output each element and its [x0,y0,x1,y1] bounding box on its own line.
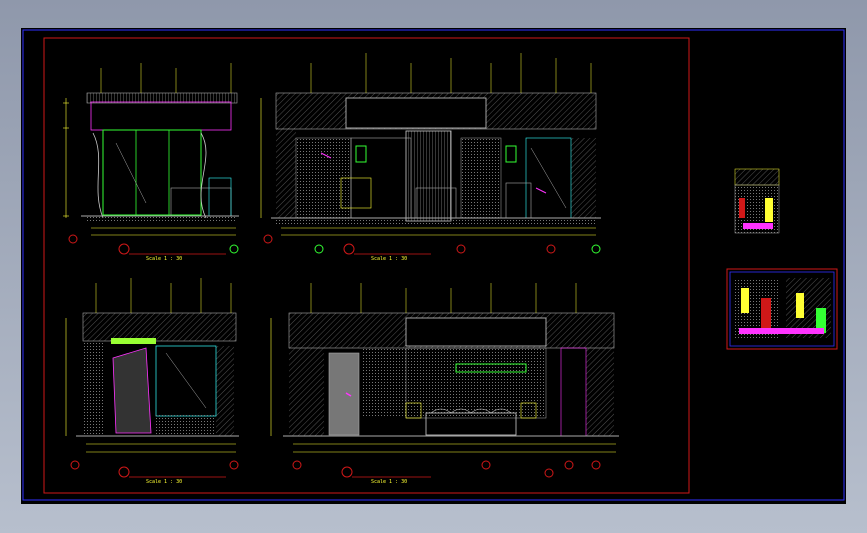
scale-label-bottom-right: Scale 1 : 30 [371,479,408,485]
scale-label-top-right: Scale 1 : 30 [371,256,408,262]
elevation-bottom-right[interactable] [270,283,619,478]
elevation-top-right[interactable] [260,53,601,255]
detail-thumbnail-small[interactable] [734,168,780,234]
elevation-top-left[interactable] [63,63,239,255]
detail-thumbnail-boxed[interactable] [726,268,838,350]
scale-label-bottom-left: Scale 1 : 30 [146,479,183,485]
drawing-sheet-svg [22,29,845,501]
cad-drawing-canvas[interactable]: Scale 1 : 30 Scale 1 : 30 Scale 1 : 30 S… [21,28,846,504]
elevation-bottom-left[interactable] [65,278,239,478]
scale-label-top-left: Scale 1 : 30 [146,256,183,262]
